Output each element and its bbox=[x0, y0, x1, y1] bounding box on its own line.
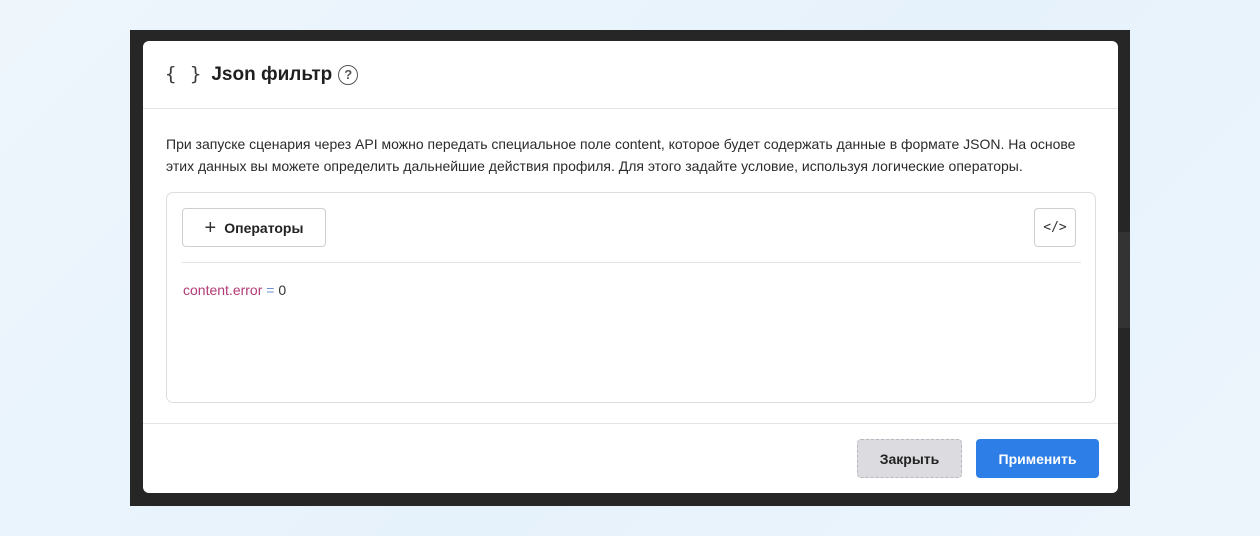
dialog-header: { } Json фильтр ? bbox=[143, 41, 1118, 109]
dialog-footer: Закрыть Применить bbox=[143, 423, 1118, 493]
expression-key: content.error bbox=[183, 282, 263, 298]
help-icon[interactable]: ? bbox=[338, 64, 359, 85]
code-view-toggle[interactable]: </> bbox=[1034, 208, 1076, 247]
operators-button-label: Операторы bbox=[224, 219, 304, 236]
backdrop-shadow bbox=[1116, 232, 1130, 328]
add-operators-button[interactable]: + Операторы bbox=[182, 208, 326, 247]
code-icon: </> bbox=[1043, 220, 1067, 235]
dialog-body: При запуске сценария через API можно пер… bbox=[143, 109, 1118, 403]
apply-button[interactable]: Применить bbox=[976, 439, 1099, 478]
dialog-title: Json фильтр bbox=[211, 63, 333, 85]
expression-operator: = bbox=[266, 282, 275, 298]
braces-icon: { } bbox=[165, 63, 203, 85]
plus-icon: + bbox=[204, 216, 217, 239]
json-filter-dialog: { } Json фильтр ? При запуске сценария ч… bbox=[143, 41, 1118, 493]
close-button[interactable]: Закрыть bbox=[857, 439, 962, 478]
condition-expression[interactable]: content.error = 0 bbox=[183, 282, 286, 298]
condition-editor: + Операторы </> content.error = 0 bbox=[166, 192, 1096, 403]
dialog-description: При запуске сценария через API можно пер… bbox=[166, 136, 1076, 174]
expression-value: 0 bbox=[278, 282, 287, 298]
editor-divider bbox=[182, 262, 1081, 263]
